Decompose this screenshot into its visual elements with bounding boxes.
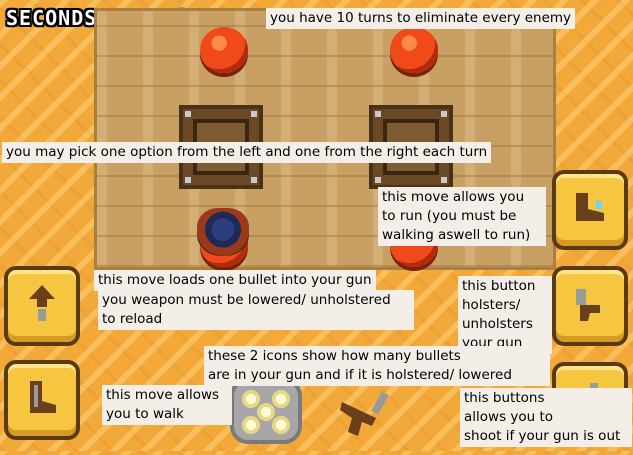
run-move-note: this move allows you to run (you must be…	[378, 187, 546, 246]
reload-move-note: this move loads one bullet into your gun	[94, 270, 376, 291]
holster-button-note: this button holsters/ unholsters your gu…	[458, 276, 552, 354]
bullet-arrow-icon	[25, 283, 59, 329]
holster-gun-icon	[570, 283, 610, 329]
boot-icon	[22, 377, 62, 423]
indicators-note: these 2 icons show how many bullets are …	[204, 346, 550, 386]
running-boot-icon	[570, 187, 610, 233]
walk-move-note: this move allows you to walk	[102, 385, 232, 425]
reload-button[interactable]	[4, 266, 80, 346]
pick-options-note: you may pick one option from the left an…	[2, 142, 492, 163]
holster-button[interactable]	[552, 266, 628, 346]
player-character	[197, 208, 249, 256]
reload-requirement-note: you weapon must be lowered/ unholstered …	[98, 290, 414, 330]
shoot-button-note: this buttons allows you to shoot if your…	[460, 388, 632, 447]
revolver-cylinder-icon	[230, 378, 302, 444]
lowered-gun-icon	[336, 382, 394, 440]
run-button[interactable]	[552, 170, 628, 250]
enemy-top-left[interactable]	[200, 27, 248, 73]
enemy-top-right[interactable]	[390, 27, 438, 73]
turn-limit-note: you have 10 turns to eliminate every ene…	[266, 8, 576, 29]
walk-button[interactable]	[4, 360, 80, 440]
